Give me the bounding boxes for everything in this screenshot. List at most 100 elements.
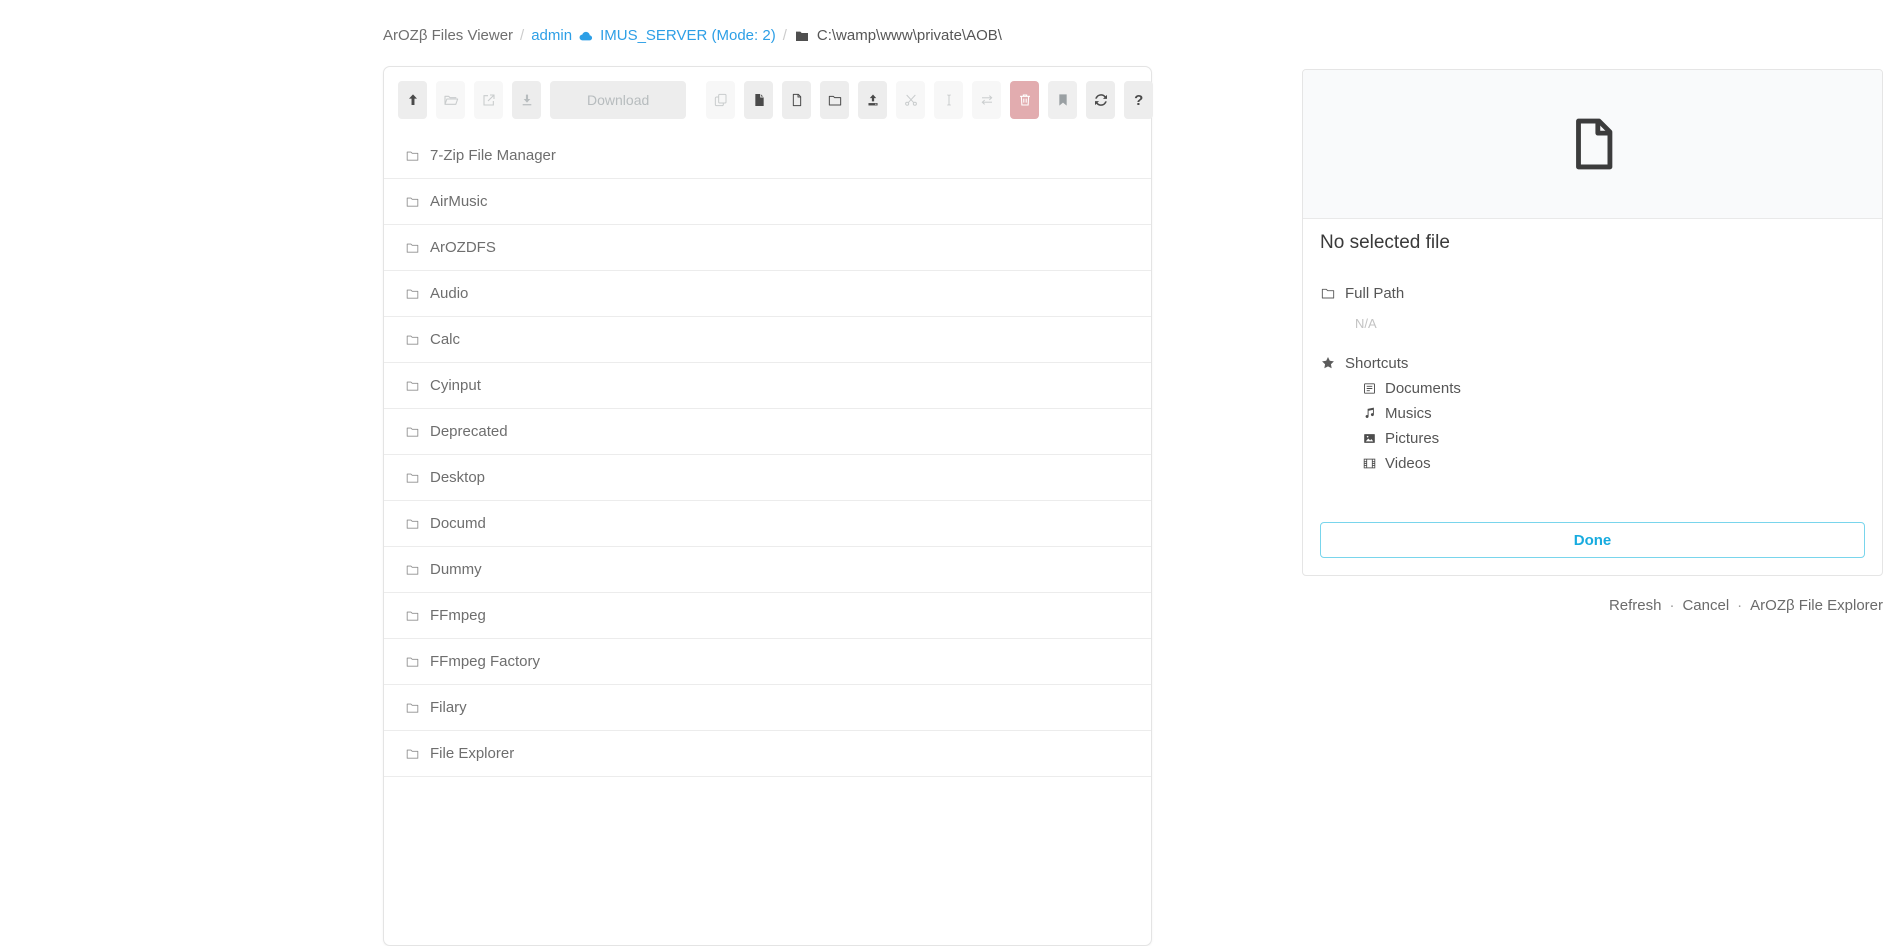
rename-button[interactable] bbox=[934, 81, 963, 119]
trash-icon bbox=[1017, 92, 1033, 108]
file-row[interactable]: Desktop bbox=[384, 455, 1151, 501]
file-row[interactable]: File Explorer bbox=[384, 731, 1151, 777]
download-text-button[interactable]: Download bbox=[550, 81, 686, 119]
file-name: Cyinput bbox=[430, 377, 481, 394]
copy-button[interactable] bbox=[706, 81, 735, 119]
delete-button[interactable] bbox=[1010, 81, 1039, 119]
download-button[interactable] bbox=[512, 81, 541, 119]
app-title: ArOZβ Files Viewer bbox=[383, 27, 513, 44]
file-name: Dummy bbox=[430, 561, 482, 578]
file-row[interactable]: Filary bbox=[384, 685, 1151, 731]
paste-button[interactable] bbox=[744, 81, 773, 119]
file-row[interactable]: Deprecated bbox=[384, 409, 1151, 455]
done-button[interactable]: Done bbox=[1320, 522, 1865, 558]
new-folder-button[interactable] bbox=[820, 81, 849, 119]
download-icon bbox=[519, 92, 535, 108]
refresh-button[interactable] bbox=[1086, 81, 1115, 119]
file-name: Calc bbox=[430, 331, 460, 348]
file-row[interactable]: 7-Zip File Manager bbox=[384, 133, 1151, 179]
file-outline-icon bbox=[1564, 115, 1622, 173]
shortcuts-label: Shortcuts bbox=[1345, 355, 1408, 372]
shortcut-item-musics[interactable]: Musics bbox=[1362, 401, 1865, 426]
folder-outline-icon bbox=[405, 562, 420, 577]
file-name: 7-Zip File Manager bbox=[430, 147, 556, 164]
folder-icon bbox=[1320, 285, 1336, 301]
file-row[interactable]: Documd bbox=[384, 501, 1151, 547]
breadcrumb: ArOZβ Files Viewer / admin IMUS_SERVER (… bbox=[383, 27, 1002, 44]
bookmark-button[interactable] bbox=[1048, 81, 1077, 119]
file-name: Deprecated bbox=[430, 423, 508, 440]
folder-outline-icon bbox=[405, 194, 420, 209]
upload-button[interactable] bbox=[858, 81, 887, 119]
file-row[interactable]: ArOZDFS bbox=[384, 225, 1151, 271]
file-row[interactable]: Cyinput bbox=[384, 363, 1151, 409]
folder-icon bbox=[794, 28, 810, 44]
refresh-link[interactable]: Refresh bbox=[1609, 597, 1662, 614]
folder-outline-icon bbox=[405, 608, 420, 623]
file-list[interactable]: 7-Zip File Manager AirMusic ArOZDFS Audi… bbox=[384, 133, 1151, 777]
current-path: C:\wamp\www\private\AOB\ bbox=[794, 27, 1002, 44]
shortcut-item-documents[interactable]: Documents bbox=[1362, 376, 1865, 401]
account-server-link[interactable]: admin IMUS_SERVER (Mode: 2) bbox=[531, 27, 775, 44]
go-up-button[interactable] bbox=[398, 81, 427, 119]
folder-outline-icon bbox=[405, 148, 420, 163]
toolbar: Download ? bbox=[384, 67, 1151, 133]
cut-button[interactable] bbox=[896, 81, 925, 119]
user-name: admin bbox=[531, 27, 572, 44]
shortcut-item-videos[interactable]: Videos bbox=[1362, 451, 1865, 476]
file-info-body: No selected file Full Path N/A Shortcuts… bbox=[1303, 219, 1882, 575]
arrow-up-icon bbox=[405, 92, 421, 108]
folder-outline-icon bbox=[405, 332, 420, 347]
swap-arrows-icon bbox=[979, 92, 995, 108]
footer-links: Refresh · Cancel · ArOZβ File Explorer bbox=[1609, 597, 1883, 614]
file-name: Documd bbox=[430, 515, 486, 532]
file-row[interactable]: AirMusic bbox=[384, 179, 1151, 225]
file-info-panel: No selected file Full Path N/A Shortcuts… bbox=[1302, 69, 1883, 576]
folder-outline-icon bbox=[405, 286, 420, 301]
file-name: Desktop bbox=[430, 469, 485, 486]
refresh-icon bbox=[1093, 92, 1109, 108]
folder-outline-icon bbox=[405, 470, 420, 485]
cloud-icon bbox=[578, 28, 594, 44]
star-icon bbox=[1320, 355, 1336, 371]
paste-icon bbox=[751, 92, 767, 108]
file-explorer-link[interactable]: ArOZβ File Explorer bbox=[1750, 597, 1883, 614]
file-details: Full Path N/A Shortcuts Documents Musics… bbox=[1320, 282, 1865, 476]
image-icon bbox=[1362, 431, 1377, 446]
server-name: IMUS_SERVER (Mode: 2) bbox=[600, 27, 776, 44]
file-row[interactable]: Audio bbox=[384, 271, 1151, 317]
open-external-button[interactable] bbox=[474, 81, 503, 119]
external-link-icon bbox=[481, 92, 497, 108]
breadcrumb-separator: / bbox=[520, 27, 524, 44]
file-row[interactable]: Dummy bbox=[384, 547, 1151, 593]
open-button[interactable] bbox=[436, 81, 465, 119]
help-button[interactable]: ? bbox=[1124, 81, 1153, 119]
folder-outline-icon bbox=[405, 378, 420, 393]
shortcut-list: Documents Musics Pictures Videos bbox=[1320, 376, 1865, 476]
new-folder-icon bbox=[827, 92, 843, 108]
panel-title: No selected file bbox=[1320, 232, 1865, 254]
file-name: AirMusic bbox=[430, 193, 488, 210]
question-icon: ? bbox=[1134, 93, 1143, 108]
file-name: Audio bbox=[430, 285, 468, 302]
folder-outline-icon bbox=[405, 240, 420, 255]
file-name: Filary bbox=[430, 699, 467, 716]
shortcut-item-pictures[interactable]: Pictures bbox=[1362, 426, 1865, 451]
cancel-link[interactable]: Cancel bbox=[1682, 597, 1729, 614]
copy-icon bbox=[713, 92, 729, 108]
file-row[interactable]: FFmpeg Factory bbox=[384, 639, 1151, 685]
folder-outline-icon bbox=[405, 700, 420, 715]
file-name: File Explorer bbox=[430, 745, 514, 762]
footer-separator: · bbox=[1737, 597, 1742, 614]
cut-icon bbox=[903, 92, 919, 108]
new-file-button[interactable] bbox=[782, 81, 811, 119]
move-button[interactable] bbox=[972, 81, 1001, 119]
files-card: Download ? 7-Zip File Manager bbox=[383, 66, 1152, 946]
shortcuts-row: Shortcuts bbox=[1320, 352, 1865, 374]
new-file-icon bbox=[789, 92, 805, 108]
full-path-row: Full Path bbox=[1320, 282, 1865, 304]
file-preview bbox=[1303, 70, 1882, 219]
file-row[interactable]: FFmpeg bbox=[384, 593, 1151, 639]
file-row[interactable]: Calc bbox=[384, 317, 1151, 363]
full-path-label: Full Path bbox=[1345, 285, 1404, 302]
